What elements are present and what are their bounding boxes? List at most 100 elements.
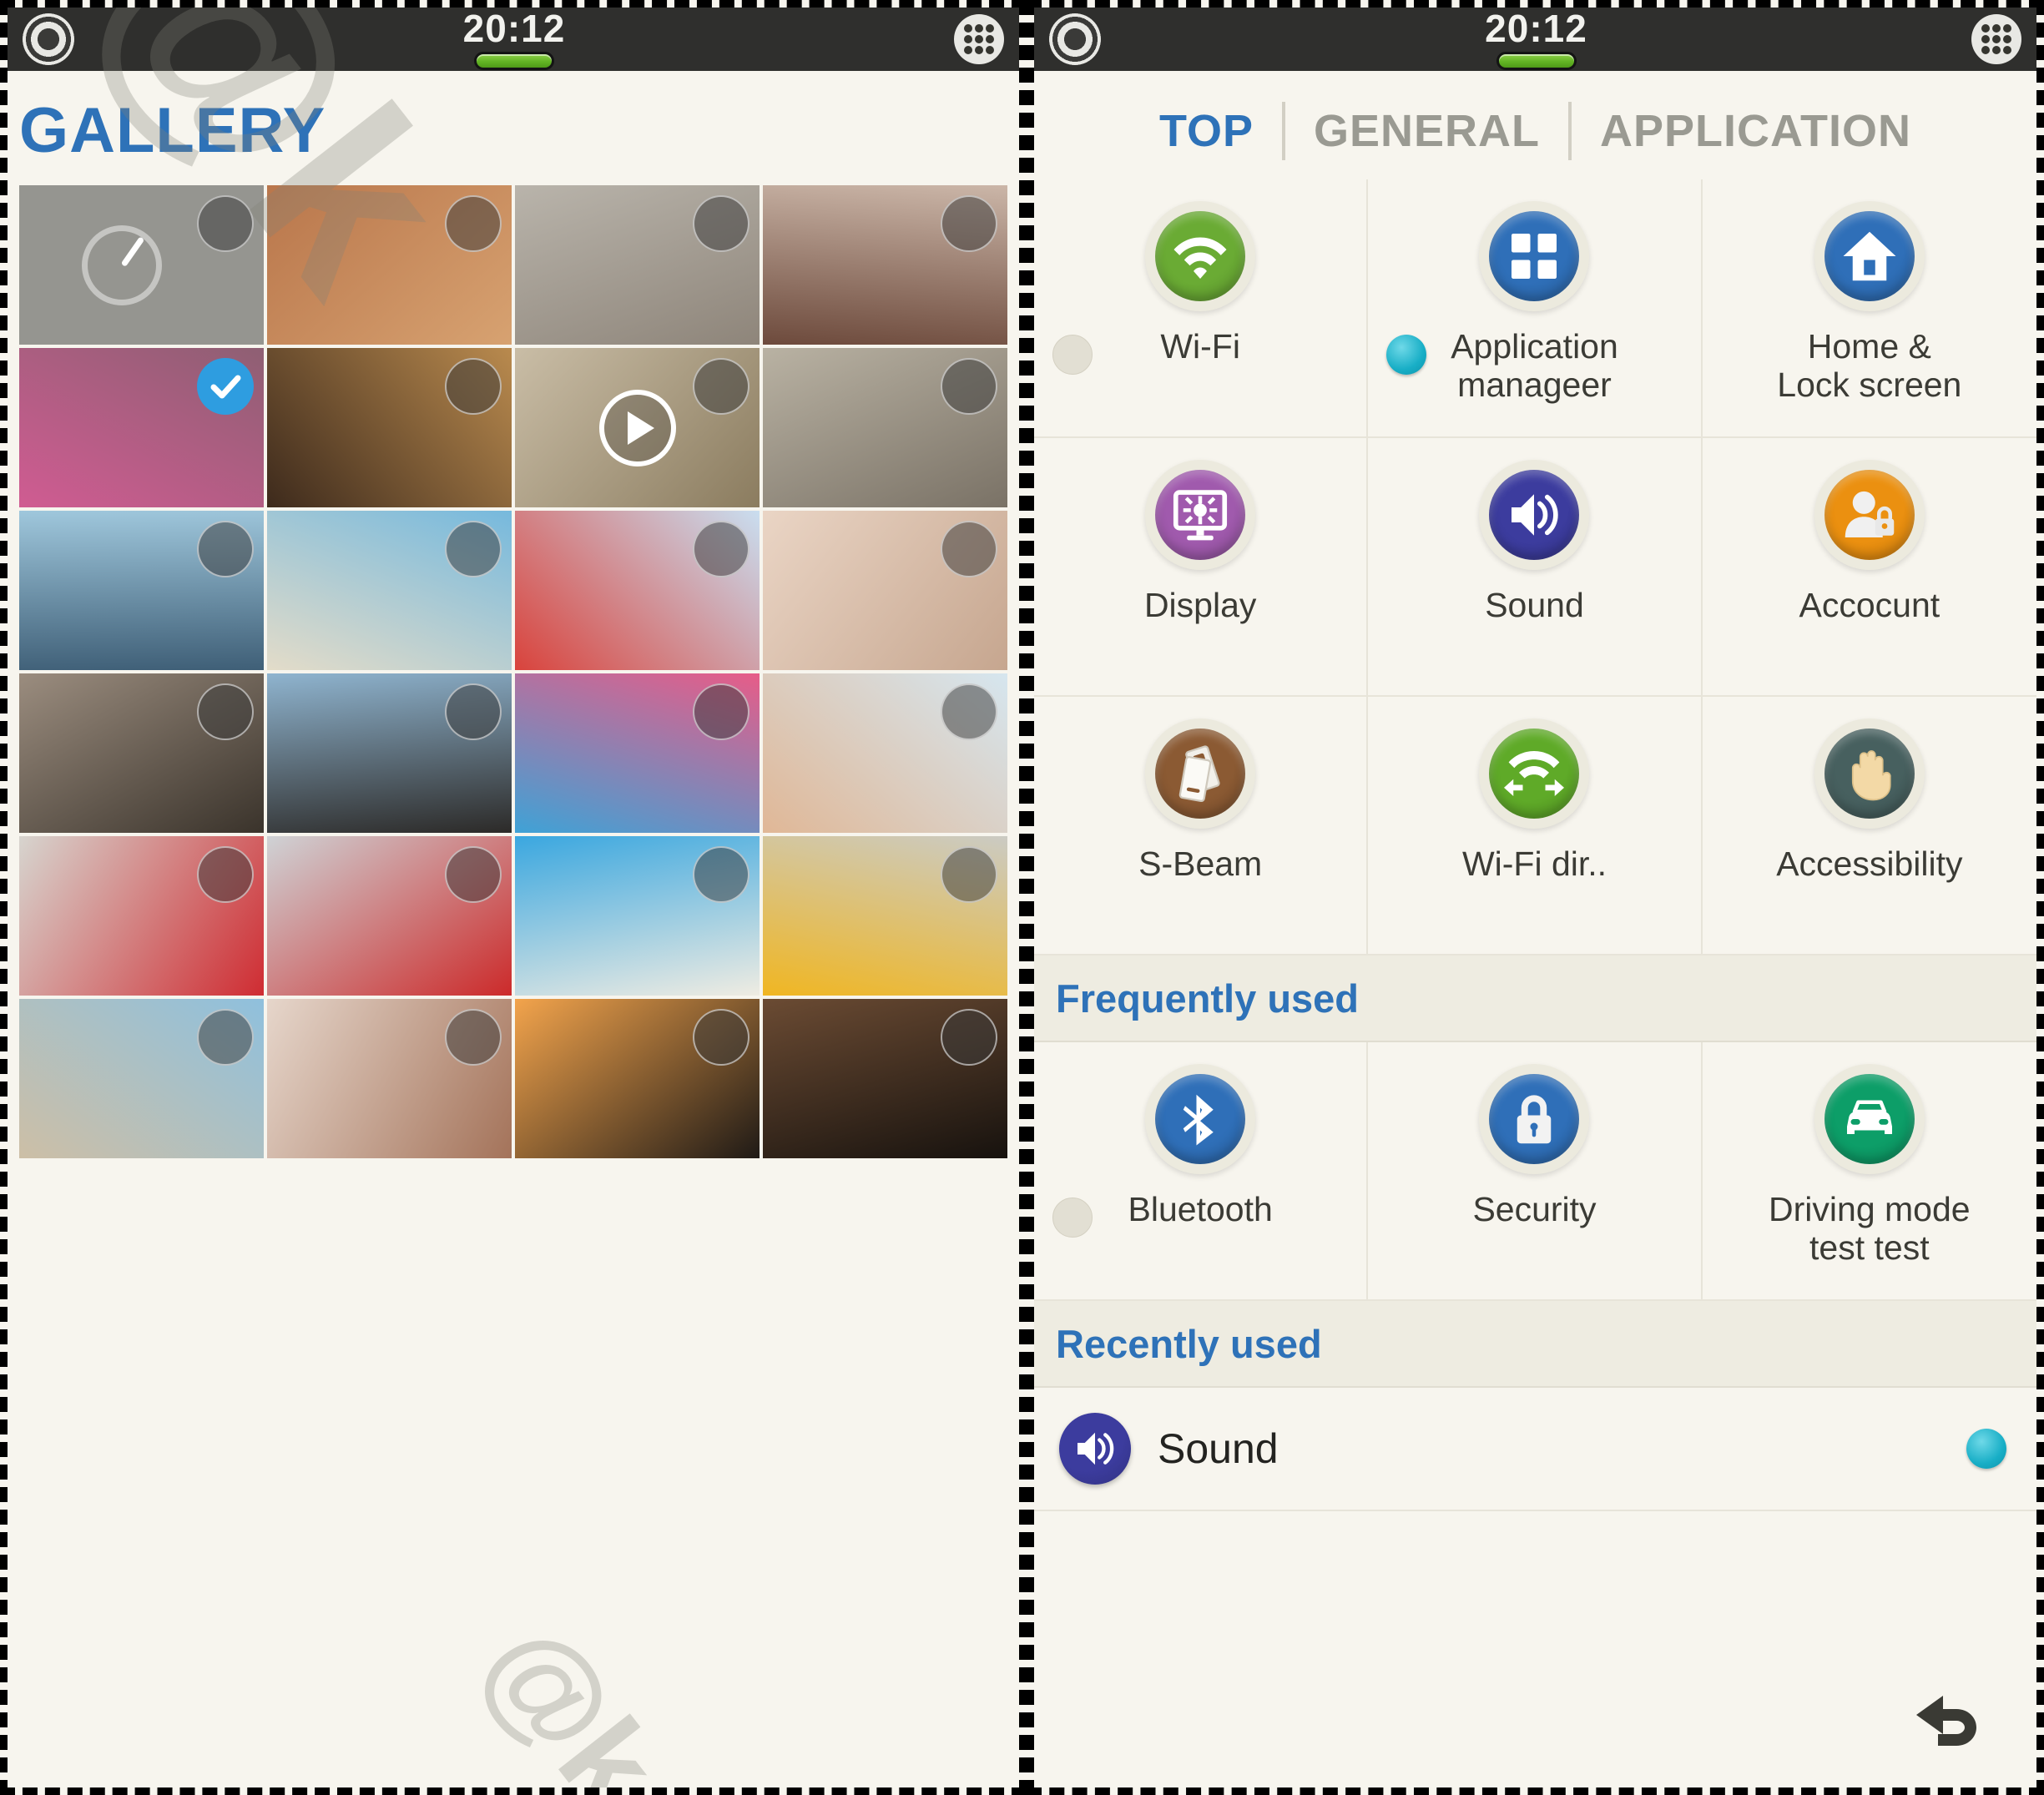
settings-tile-label: Sound xyxy=(1485,586,1584,624)
settings-tile[interactable]: Display xyxy=(1034,438,1369,697)
section-header-recently-used: Recently used xyxy=(1034,1301,2036,1388)
accessibility-icon xyxy=(1814,719,1925,829)
list-item[interactable]: Sound xyxy=(1034,1388,2036,1511)
selection-checkbox[interactable] xyxy=(941,358,997,415)
back-icon[interactable] xyxy=(1905,1679,1996,1762)
gallery-thumbnail[interactable] xyxy=(19,185,264,345)
gallery-thumbnail[interactable] xyxy=(763,673,1007,833)
account-lock-icon xyxy=(1814,460,1925,570)
gallery-thumbnail[interactable] xyxy=(515,836,760,996)
selection-checkbox[interactable] xyxy=(693,683,749,740)
selection-checkbox[interactable] xyxy=(445,683,502,740)
gallery-status-bar: 20:12 xyxy=(8,8,1019,71)
settings-tile[interactable]: Accessibility xyxy=(1702,697,2036,955)
gallery-thumbnail[interactable] xyxy=(19,836,264,996)
selection-checkbox[interactable] xyxy=(941,521,997,577)
selection-checkbox[interactable] xyxy=(197,683,254,740)
settings-scroll-area[interactable]: Wi-Fi Application manageer Home & Lock scree… xyxy=(1034,179,2036,1654)
settings-toggle[interactable] xyxy=(1052,335,1093,375)
selection-checkbox[interactable] xyxy=(693,1009,749,1066)
selection-checkbox[interactable] xyxy=(197,521,254,577)
gallery-thumbnail[interactable] xyxy=(763,348,1007,507)
gallery-body: GALLERY xyxy=(8,71,1019,1787)
settings-tile-label: Application manageer xyxy=(1451,327,1618,404)
settings-tile-label: Wi-Fi dir.. xyxy=(1461,845,1607,883)
selection-checkbox[interactable] xyxy=(941,683,997,740)
settings-tile-label: Security xyxy=(1472,1190,1597,1228)
gallery-thumbnail[interactable] xyxy=(267,999,512,1158)
selection-checkbox[interactable] xyxy=(693,195,749,252)
selection-checkbox[interactable] xyxy=(693,521,749,577)
selection-checkbox[interactable] xyxy=(197,195,254,252)
selection-checkbox[interactable] xyxy=(941,846,997,903)
selection-checkbox-checked[interactable] xyxy=(197,358,254,415)
gallery-thumbnail[interactable] xyxy=(267,673,512,833)
selection-checkbox[interactable] xyxy=(445,358,502,415)
selection-checkbox[interactable] xyxy=(197,846,254,903)
icon-disc xyxy=(1155,1074,1246,1164)
target-icon[interactable] xyxy=(23,13,74,65)
settings-tile[interactable]: Application manageer xyxy=(1368,179,1703,438)
gallery-thumbnail[interactable] xyxy=(267,185,512,345)
gallery-thumbnail[interactable] xyxy=(19,999,264,1158)
settings-tile[interactable]: Home & Lock screen xyxy=(1702,179,2036,438)
tab-top[interactable]: TOP xyxy=(1131,105,1282,157)
settings-tile-label: Display xyxy=(1143,586,1257,624)
display-icon xyxy=(1145,460,1256,570)
settings-body: TOP GENERAL APPLICATION Wi-Fi Application ma… xyxy=(1034,71,2036,1787)
s-beam-icon xyxy=(1145,719,1256,829)
settings-tile[interactable]: Wi-Fi dir.. xyxy=(1368,697,1703,955)
app-grid-icon[interactable] xyxy=(1971,14,2021,64)
play-icon[interactable] xyxy=(598,389,676,466)
gallery-thumbnail[interactable] xyxy=(515,185,760,345)
icon-disc xyxy=(1155,470,1246,560)
icon-disc xyxy=(1489,729,1580,819)
gallery-thumbnail[interactable] xyxy=(267,836,512,996)
icon-disc xyxy=(1824,211,1915,301)
selection-checkbox[interactable] xyxy=(941,1009,997,1066)
battery-indicator xyxy=(474,51,554,70)
gallery-thumbnail[interactable] xyxy=(515,673,760,833)
icon-disc xyxy=(1155,729,1246,819)
gallery-thumbnail[interactable] xyxy=(515,348,760,507)
gallery-thumbnail[interactable] xyxy=(763,836,1007,996)
gallery-thumbnail[interactable] xyxy=(515,511,760,670)
selection-checkbox[interactable] xyxy=(941,195,997,252)
gallery-thumbnail[interactable] xyxy=(19,348,264,507)
settings-phone-frame: 20:12 TOP GENERAL APPLICATION Wi-Fi Applica… xyxy=(1027,0,2044,1795)
tab-application[interactable]: APPLICATION xyxy=(1572,105,1940,157)
settings-tile[interactable]: S-Beam xyxy=(1034,697,1369,955)
selection-checkbox[interactable] xyxy=(445,195,502,252)
selection-checkbox[interactable] xyxy=(693,358,749,415)
tab-general[interactable]: GENERAL xyxy=(1285,105,1568,157)
settings-tile[interactable]: Driving mode test test xyxy=(1702,1042,2036,1301)
status-center: 20:12 xyxy=(463,9,566,70)
settings-tile[interactable]: Sound xyxy=(1368,438,1703,697)
settings-bottom-toolbar xyxy=(1034,1654,2036,1787)
settings-tile[interactable]: Bluetooth xyxy=(1034,1042,1369,1301)
selection-checkbox[interactable] xyxy=(445,521,502,577)
settings-tile[interactable]: Wi-Fi xyxy=(1034,179,1369,438)
icon-disc xyxy=(1824,729,1915,819)
gallery-thumbnail[interactable] xyxy=(267,511,512,670)
wifi-icon xyxy=(1145,201,1256,311)
selection-checkbox[interactable] xyxy=(197,1009,254,1066)
gallery-thumbnail[interactable] xyxy=(267,348,512,507)
selection-checkbox[interactable] xyxy=(445,846,502,903)
settings-toggle[interactable] xyxy=(1386,335,1427,375)
status-dot[interactable] xyxy=(1966,1429,2006,1469)
selection-checkbox[interactable] xyxy=(445,1009,502,1066)
selection-checkbox[interactable] xyxy=(693,846,749,903)
settings-tile[interactable]: Accocunt xyxy=(1702,438,2036,697)
app-grid-icon[interactable] xyxy=(954,14,1004,64)
settings-tile[interactable]: Security xyxy=(1368,1042,1703,1301)
gallery-thumbnail[interactable] xyxy=(515,999,760,1158)
icon-disc xyxy=(1824,1074,1915,1164)
gallery-thumbnail[interactable] xyxy=(763,999,1007,1158)
settings-toggle[interactable] xyxy=(1052,1198,1093,1238)
gallery-thumbnail[interactable] xyxy=(763,185,1007,345)
gallery-thumbnail[interactable] xyxy=(763,511,1007,670)
gallery-thumbnail[interactable] xyxy=(19,511,264,670)
gallery-thumbnail[interactable] xyxy=(19,673,264,833)
target-icon[interactable] xyxy=(1049,13,1101,65)
